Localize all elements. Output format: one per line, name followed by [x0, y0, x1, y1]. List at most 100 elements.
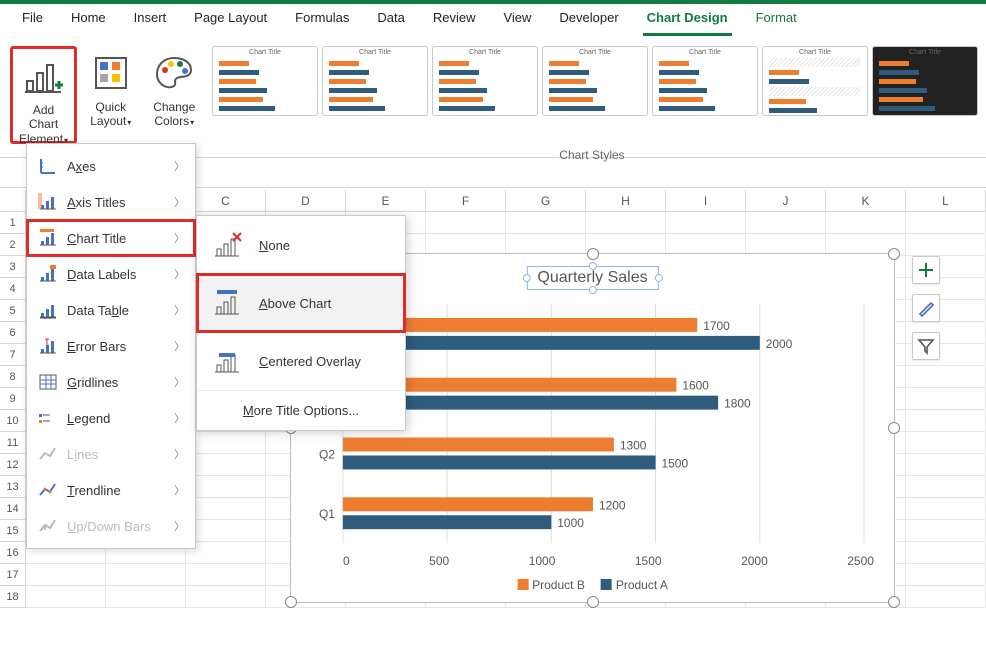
- title-handle[interactable]: [522, 274, 530, 282]
- row-header[interactable]: 2: [0, 234, 26, 256]
- col-header[interactable]: C: [186, 190, 266, 211]
- col-header[interactable]: E: [346, 190, 426, 211]
- cell[interactable]: [506, 212, 586, 234]
- tab-formulas[interactable]: Formulas: [281, 4, 363, 40]
- cell[interactable]: [106, 564, 186, 586]
- resize-handle[interactable]: [285, 596, 297, 608]
- tab-home[interactable]: Home: [57, 4, 120, 40]
- chart-brush-button[interactable]: [912, 294, 940, 322]
- chart-style-thumb[interactable]: Chart Title: [542, 46, 648, 116]
- row-header[interactable]: 4: [0, 278, 26, 300]
- cell[interactable]: [906, 432, 986, 454]
- cell[interactable]: [906, 410, 986, 432]
- submenu-item-none[interactable]: None: [197, 216, 405, 274]
- cell[interactable]: [186, 476, 266, 498]
- cell[interactable]: [826, 212, 906, 234]
- legend-item[interactable]: Product B: [517, 578, 585, 592]
- menu-item-charttitle[interactable]: Chart Title〉: [27, 220, 195, 256]
- title-handle[interactable]: [588, 286, 596, 294]
- submenu-item-above[interactable]: Above Chart: [197, 274, 405, 332]
- tab-page-layout[interactable]: Page Layout: [180, 4, 281, 40]
- tab-data[interactable]: Data: [363, 4, 418, 40]
- change-colors-button[interactable]: Change Colors▾: [145, 46, 204, 144]
- cell[interactable]: [586, 212, 666, 234]
- chart-plus-button[interactable]: [912, 256, 940, 284]
- row-header[interactable]: 3: [0, 256, 26, 278]
- cell[interactable]: [426, 212, 506, 234]
- cell[interactable]: [186, 564, 266, 586]
- cell[interactable]: [906, 366, 986, 388]
- chart-style-thumb[interactable]: Chart Title: [432, 46, 538, 116]
- resize-handle[interactable]: [587, 596, 599, 608]
- more-title-options[interactable]: More Title Options...: [197, 390, 405, 430]
- menu-item-legend[interactable]: Legend〉: [27, 400, 195, 436]
- cell[interactable]: [906, 454, 986, 476]
- menu-item-trendline[interactable]: Trendline〉: [27, 472, 195, 508]
- row-header[interactable]: 17: [0, 564, 26, 586]
- chart-style-thumb[interactable]: Chart Title: [872, 46, 978, 116]
- row-header[interactable]: 6: [0, 322, 26, 344]
- chart-filter-button[interactable]: [912, 332, 940, 360]
- tab-format[interactable]: Format: [742, 4, 811, 40]
- cell[interactable]: [186, 432, 266, 454]
- col-header[interactable]: G: [506, 190, 586, 211]
- row-header[interactable]: 8: [0, 366, 26, 388]
- chart-styles-gallery[interactable]: Chart TitleChart TitleChart TitleChart T…: [212, 46, 978, 116]
- menu-item-axes[interactable]: Axes〉: [27, 148, 195, 184]
- menu-item-datatable[interactable]: Data Table〉: [27, 292, 195, 328]
- add-chart-element-button[interactable]: Add Chart Element▾: [10, 46, 77, 144]
- resize-handle[interactable]: [888, 248, 900, 260]
- chart-style-thumb[interactable]: Chart Title: [652, 46, 758, 116]
- tab-file[interactable]: File: [8, 4, 57, 40]
- cell[interactable]: [906, 542, 986, 564]
- chart-legend[interactable]: Product B Product A: [517, 578, 668, 592]
- col-header[interactable]: K: [826, 190, 906, 211]
- menu-item-gridlines[interactable]: Gridlines〉: [27, 364, 195, 400]
- col-header[interactable]: I: [666, 190, 746, 211]
- row-header[interactable]: 15: [0, 520, 26, 542]
- menu-item-errorbars[interactable]: Error Bars〉: [27, 328, 195, 364]
- row-header[interactable]: 14: [0, 498, 26, 520]
- col-header[interactable]: L: [906, 190, 986, 211]
- row-header[interactable]: 7: [0, 344, 26, 366]
- row-header[interactable]: 16: [0, 542, 26, 564]
- row-header[interactable]: 12: [0, 454, 26, 476]
- cell[interactable]: [186, 520, 266, 542]
- row-header[interactable]: 18: [0, 586, 26, 608]
- legend-item[interactable]: Product A: [601, 578, 668, 592]
- menu-item-datalabels[interactable]: Data Labels〉: [27, 256, 195, 292]
- col-header[interactable]: D: [266, 190, 346, 211]
- quick-layout-button[interactable]: Quick Layout▾: [81, 46, 140, 144]
- resize-handle[interactable]: [587, 248, 599, 260]
- cell[interactable]: [746, 212, 826, 234]
- cell[interactable]: [186, 586, 266, 608]
- row-header[interactable]: 9: [0, 388, 26, 410]
- resize-handle[interactable]: [888, 596, 900, 608]
- col-header[interactable]: F: [426, 190, 506, 211]
- menu-item-axistitles[interactable]: Axis Titles〉: [27, 184, 195, 220]
- row-header[interactable]: 5: [0, 300, 26, 322]
- tab-review[interactable]: Review: [419, 4, 490, 40]
- col-header[interactable]: J: [746, 190, 826, 211]
- col-header[interactable]: H: [586, 190, 666, 211]
- cell[interactable]: [186, 542, 266, 564]
- submenu-item-overlay[interactable]: Centered Overlay: [197, 332, 405, 390]
- cell[interactable]: [186, 498, 266, 520]
- cell[interactable]: [26, 564, 106, 586]
- chart-style-thumb[interactable]: Chart Title: [762, 46, 868, 116]
- row-header[interactable]: 13: [0, 476, 26, 498]
- cell[interactable]: [106, 586, 186, 608]
- cell[interactable]: [906, 388, 986, 410]
- tab-chart-design[interactable]: Chart Design: [633, 4, 742, 40]
- cell[interactable]: [906, 476, 986, 498]
- row-header[interactable]: 1: [0, 212, 26, 234]
- cell[interactable]: [906, 234, 986, 256]
- title-handle[interactable]: [655, 274, 663, 282]
- cell[interactable]: [666, 212, 746, 234]
- tab-view[interactable]: View: [489, 4, 545, 40]
- cell[interactable]: [906, 586, 986, 608]
- tab-insert[interactable]: Insert: [120, 4, 181, 40]
- row-header[interactable]: 11: [0, 432, 26, 454]
- row-header[interactable]: 10: [0, 410, 26, 432]
- chart-style-thumb[interactable]: Chart Title: [322, 46, 428, 116]
